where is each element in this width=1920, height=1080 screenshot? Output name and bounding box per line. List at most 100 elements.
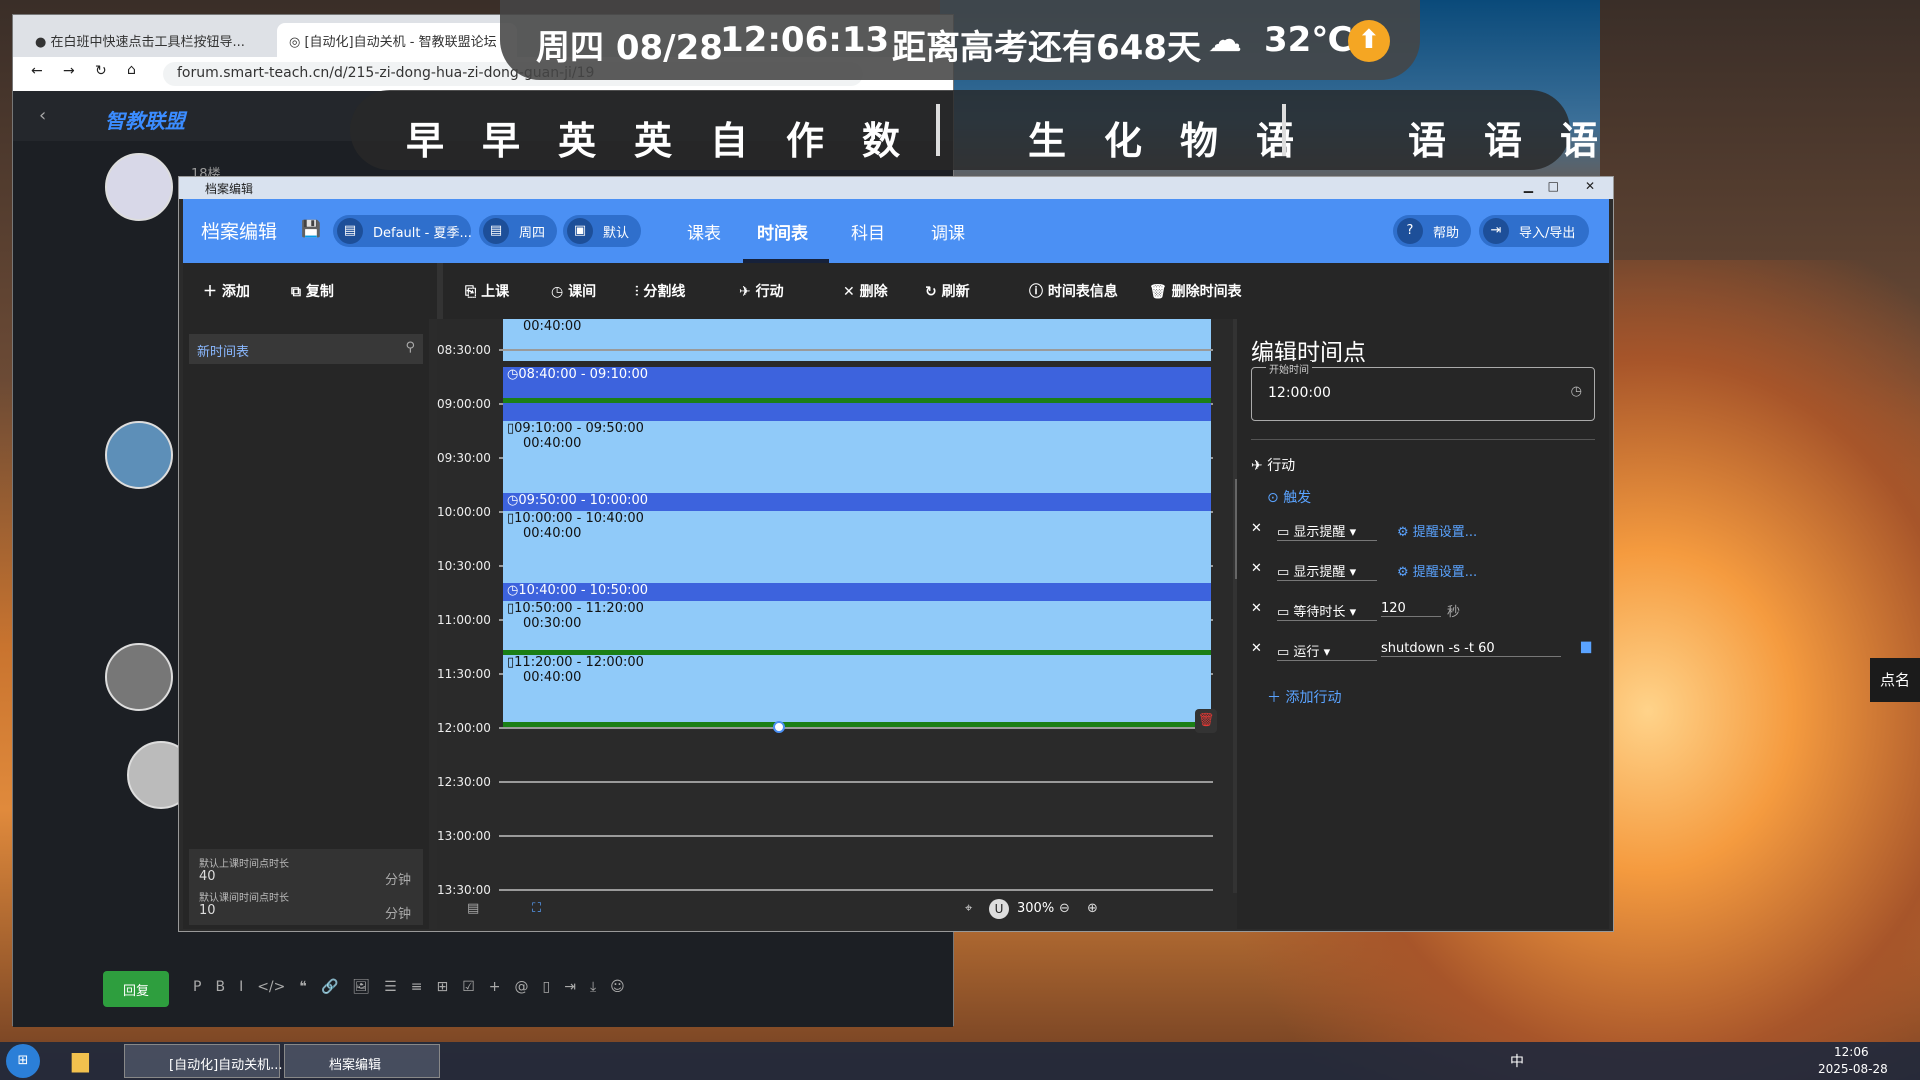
divider-line[interactable] [503, 650, 1211, 655]
folder-icon[interactable]: ▆ [72, 1048, 89, 1073]
divider-line[interactable] [503, 722, 1211, 727]
forward-icon[interactable]: → [63, 63, 75, 79]
trash-icon[interactable]: 🗑 [1195, 709, 1217, 733]
tab-timetable[interactable]: 时间表 [757, 219, 808, 244]
taskbar-chrome[interactable]: [自动化]自动关机... [124, 1044, 283, 1078]
avatar[interactable] [105, 421, 173, 489]
back-icon[interactable]: ← [31, 63, 43, 79]
maximize-icon[interactable]: □ [1548, 179, 1559, 193]
tray-clock-date[interactable]: 2025-08-28 [1818, 1062, 1888, 1076]
editor-tool-icon[interactable]: ≡ [411, 979, 423, 995]
class-block[interactable]: ▯10:00:00 - 10:40:00 00:40:00 [503, 511, 1211, 583]
remove-icon[interactable]: ✕ [1251, 601, 1262, 616]
upload-icon[interactable]: ⬆ [1348, 20, 1390, 62]
break-block[interactable]: ◷10:40:00 - 10:50:00 [503, 583, 1211, 601]
zoom-out-icon[interactable]: ⊖ [1059, 901, 1070, 916]
reload-icon[interactable]: ↻ [95, 63, 107, 79]
editor-tool-icon[interactable]: ☑ [462, 979, 475, 995]
add-break-button[interactable]: ◷ 课间 [551, 281, 596, 301]
day-selector[interactable]: ▤ 周四 [479, 215, 557, 247]
tab-schedule[interactable]: 课表 [687, 219, 721, 244]
default-selector[interactable]: ▣ 默认 [563, 215, 641, 247]
editor-tool-icon[interactable]: ❝ [299, 979, 307, 995]
copy-button[interactable]: ⧉ 复制 [291, 281, 334, 301]
editor-tool-icon[interactable]: 🖼 [352, 979, 370, 995]
sidebar-toggle-icon[interactable]: ‹ [39, 105, 46, 126]
browser-tab-2[interactable]: ◎ [自动化]自动关机 - 智教联盟论坛 [277, 23, 517, 57]
close-icon[interactable]: ✕ [1585, 179, 1595, 193]
minimize-icon[interactable]: ▁ [1524, 179, 1533, 193]
editor-tool-icon[interactable]: ⇥ [564, 979, 576, 995]
locate-icon[interactable]: ⌖ [965, 901, 972, 916]
add-divider-button[interactable]: ⫶ 分割线 [635, 281, 685, 301]
clock-icon[interactable]: ◷ [1571, 384, 1582, 399]
editor-tool-icon[interactable]: + [489, 979, 501, 995]
editor-tool-icon[interactable]: 🔗 [321, 979, 338, 995]
start-time-field[interactable]: 开始时间 12:00:00 ◷ [1251, 361, 1595, 421]
trigger-button[interactable]: ⊙ 触发 [1267, 487, 1311, 507]
list-icon[interactable]: ▤ [467, 901, 479, 916]
action-type-select[interactable]: ▭ 运行 ▾ [1277, 641, 1377, 661]
tab-adjust[interactable]: 调课 [931, 219, 965, 244]
avatar[interactable] [105, 153, 173, 221]
editor-tool-icon[interactable]: ⤓ [590, 979, 596, 995]
import-export-button[interactable]: ⇥ 导入/导出 [1479, 215, 1589, 247]
editor-tool-icon[interactable]: @ [514, 979, 528, 995]
action-value-input[interactable]: 120 [1381, 601, 1441, 617]
profile-selector[interactable]: ▤ Default - 夏季... [333, 215, 472, 247]
drag-handle[interactable] [773, 721, 785, 733]
action-type-select[interactable]: ▭ 等待时长 ▾ [1277, 601, 1377, 621]
class-block[interactable]: ▯11:20:00 - 12:00:00 00:40:00 [503, 655, 1211, 727]
timetable-info-button[interactable]: ⓘ 时间表信息 [1029, 281, 1118, 301]
reminder-settings-link[interactable]: ⚙ 提醒设置... [1397, 561, 1477, 580]
avatar[interactable] [105, 643, 173, 711]
remove-icon[interactable]: ✕ [1251, 521, 1262, 536]
class-block[interactable]: 00:40:00 [503, 319, 1211, 361]
zoom-in-icon[interactable]: ⊕ [1087, 901, 1098, 916]
home-icon[interactable]: ⌂ [127, 62, 136, 78]
ime-indicator[interactable]: 中 [1510, 1051, 1524, 1071]
timeline-view[interactable]: 00:40:00 ▤ ⛶ ⌖ U 300% ⊖ ⊕ 08:30:00 09:00:… [437, 319, 1237, 929]
timetable-item[interactable]: 新时间表 ⚲ [189, 334, 423, 364]
help-button[interactable]: ? 帮助 [1393, 215, 1471, 247]
editor-tool-icon[interactable]: ☺ [610, 979, 625, 995]
add-button[interactable]: ＋ 添加 [203, 281, 250, 301]
divider-line[interactable] [503, 398, 1211, 403]
refresh-button[interactable]: ↻ 刷新 [925, 281, 970, 301]
save-icon[interactable]: 💾 [301, 219, 321, 238]
add-class-button[interactable]: ⎘ 上课 [465, 281, 509, 301]
editor-tool-icon[interactable]: I [239, 979, 243, 995]
reminder-settings-link[interactable]: ⚙ 提醒设置... [1397, 521, 1477, 540]
start-icon[interactable]: ⊞ [6, 1044, 40, 1078]
delete-timetable-button[interactable]: 🗑 删除时间表 [1149, 281, 1242, 301]
tab-subjects[interactable]: 科目 [851, 219, 885, 244]
magnet-icon[interactable]: U [989, 899, 1009, 919]
break-block[interactable]: ◷08:40:00 - 09:10:00 [503, 367, 1211, 421]
editor-tool-icon[interactable]: </> [257, 979, 285, 995]
editor-tool-icon[interactable]: B [215, 979, 225, 995]
add-action-button[interactable]: ✈ 行动 [739, 281, 784, 301]
reply-button[interactable]: 回复 [103, 971, 169, 1007]
forum-logo[interactable]: 智教联盟 [105, 105, 185, 134]
default-class-duration[interactable]: 40 [199, 869, 216, 884]
roll-call-button[interactable]: 点名 [1870, 658, 1920, 702]
class-block[interactable]: ▯10:50:00 - 11:20:00 00:30:00 [503, 601, 1211, 655]
break-block[interactable]: ◷09:50:00 - 10:00:00 [503, 493, 1211, 511]
action-value-input[interactable]: shutdown -s -t 60 [1381, 641, 1561, 657]
pin-icon[interactable]: ⚲ [405, 340, 415, 355]
remove-icon[interactable]: ✕ [1251, 641, 1262, 656]
remove-icon[interactable]: ✕ [1251, 561, 1262, 576]
taskbar-editor[interactable]: 档案编辑 [284, 1044, 440, 1078]
fit-icon[interactable]: ⛶ [532, 901, 541, 916]
action-type-select[interactable]: ▭ 显示提醒 ▾ [1277, 561, 1377, 581]
editor-tool-icon[interactable]: ⊞ [436, 979, 448, 995]
default-break-duration[interactable]: 10 [199, 903, 216, 918]
editor-tool-icon[interactable]: P [193, 979, 201, 995]
tray-clock-time[interactable]: 12:06 [1834, 1045, 1869, 1059]
editor-tool-icon[interactable]: ▯ [542, 979, 550, 995]
editor-tool-icon[interactable]: ☰ [384, 979, 397, 995]
delete-button[interactable]: ✕ 删除 [843, 281, 888, 301]
browser-tab-1[interactable]: ● 在白班中快速点击工具栏按钮导... [23, 23, 273, 57]
class-block[interactable]: ▯09:10:00 - 09:50:00 00:40:00 [503, 421, 1211, 493]
add-action-link[interactable]: ＋ 添加行动 [1267, 687, 1341, 707]
